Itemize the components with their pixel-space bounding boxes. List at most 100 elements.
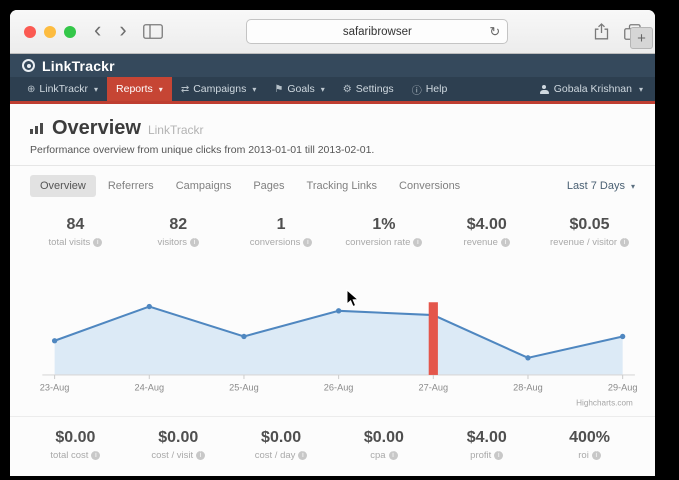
close-window-button[interactable] [24,26,36,38]
zoom-window-button[interactable] [64,26,76,38]
info-icon[interactable]: i [91,451,100,460]
stat-cost-per-visit: $0.00 cost / visiti [127,429,230,461]
line-chart[interactable]: 23-Aug24-Aug25-Aug26-Aug27-Aug28-Aug29-A… [26,260,639,416]
stat-label: revenue / visitor [550,237,617,248]
stat-value: $0.05 [538,216,641,234]
sidebar-toggle-button[interactable] [143,24,163,39]
tab-campaigns[interactable]: Campaigns [166,175,242,197]
minimize-window-button[interactable] [44,26,56,38]
stat-value: $0.00 [332,429,435,447]
tabs-bar: Overview Referrers Campaigns Pages Track… [10,166,655,206]
main-nav: ⊕ LinkTrackr ▾ Reports ▾ ⇄ Campaigns ▾ ⚑… [10,77,655,104]
browser-window: ‹ › safaribrowser ↻ [10,10,655,476]
stat-value: $0.00 [24,429,127,447]
info-icon[interactable]: i [494,451,503,460]
nav-item-goals[interactable]: ⚑ Goals ▾ [265,77,333,101]
stat-label: cost / visit [151,450,193,461]
svg-text:27-Aug: 27-Aug [418,382,448,392]
stat-roi: 400% roii [538,429,641,461]
info-icon[interactable]: i [190,238,199,247]
user-menu[interactable]: Gobala Krishnan ▾ [528,77,655,101]
tab-referrers[interactable]: Referrers [98,175,164,197]
stat-value: $0.00 [127,429,230,447]
stat-cpa: $0.00 cpai [332,429,435,461]
user-name: Gobala Krishnan [554,83,632,95]
stat-revenue-per-visitor: $0.05 revenue / visitori [538,216,641,248]
caret-down-icon: ▾ [631,182,635,191]
info-icon[interactable]: i [196,451,205,460]
nav-item-campaigns[interactable]: ⇄ Campaigns ▾ [172,77,266,101]
stat-value: 1 [230,216,333,234]
address-bar-area: safaribrowser ↻ [175,19,580,44]
stat-conversion-rate: 1% conversion ratei [332,216,435,248]
stat-label: cost / day [255,450,296,461]
info-icon[interactable]: i [389,451,398,460]
stat-label: conversion rate [345,237,410,248]
forward-button[interactable]: › [119,19,126,41]
stat-value: $4.00 [435,216,538,234]
user-icon [540,85,549,94]
sidebar-icon [143,24,163,39]
caret-down-icon: ▾ [94,85,98,94]
svg-text:26-Aug: 26-Aug [324,382,354,392]
info-icon[interactable]: i [93,238,102,247]
info-icon[interactable]: i [303,238,312,247]
caret-down-icon: ▾ [252,85,256,94]
nav-item-reports[interactable]: Reports ▾ [107,77,172,101]
svg-text:28-Aug: 28-Aug [513,382,543,392]
stat-profit: $4.00 profiti [435,429,538,461]
nav-item-label: Reports [116,83,153,95]
history-nav: ‹ › [94,22,127,41]
date-range-dropdown[interactable]: Last 7 Days ▾ [567,180,635,192]
svg-text:29-Aug: 29-Aug [608,382,638,392]
tab-conversions[interactable]: Conversions [389,175,470,197]
stats-row-bottom: $0.00 total costi $0.00 cost / visiti $0… [10,416,655,467]
stat-label: total cost [50,450,88,461]
shuffle-icon: ⇄ [181,84,189,95]
caret-down-icon: ▾ [159,85,163,94]
page-title-suffix: LinkTrackr [148,123,204,137]
new-tab-button[interactable]: + [630,27,653,49]
tab-pages[interactable]: Pages [243,175,294,197]
stat-label: total visits [49,237,91,248]
nav-item-label: Settings [356,83,394,95]
tab-tracking-links[interactable]: Tracking Links [297,175,388,197]
mouse-cursor [346,289,359,308]
nav-item-label: LinkTrackr [39,83,88,95]
stat-value: 84 [24,216,127,234]
stat-value: 400% [538,429,641,447]
nav-item-settings[interactable]: ⚙ Settings [334,77,403,101]
nav-item-linktrackr[interactable]: ⊕ LinkTrackr ▾ [18,77,107,101]
caret-down-icon: ▾ [321,85,325,94]
stat-label: visitors [157,237,187,248]
flag-icon: ⚑ [274,84,283,95]
stat-value: 82 [127,216,230,234]
browser-toolbar: ‹ › safaribrowser ↻ [10,10,655,54]
stat-label: roi [578,450,589,461]
info-icon[interactable]: i [501,238,510,247]
info-icon[interactable]: i [592,451,601,460]
stat-cost-per-day: $0.00 cost / dayi [230,429,333,461]
info-icon[interactable]: i [620,238,629,247]
share-icon[interactable] [594,23,609,40]
app-logo[interactable]: LinkTrackr [42,58,115,74]
page-content: Overview LinkTrackr Performance overview… [10,104,655,476]
date-range-label: Last 7 Days [567,180,625,192]
back-button[interactable]: ‹ [94,19,101,41]
stat-label: conversions [250,237,301,248]
stat-revenue: $4.00 revenuei [435,216,538,248]
stat-value: $4.00 [435,429,538,447]
url-text: safaribrowser [343,26,412,38]
stat-value: $0.00 [230,429,333,447]
svg-text:24-Aug: 24-Aug [134,382,164,392]
info-icon[interactable]: i [298,451,307,460]
visits-chart[interactable]: 23-Aug24-Aug25-Aug26-Aug27-Aug28-Aug29-A… [10,254,655,416]
svg-text:Highcharts.com: Highcharts.com [576,399,633,408]
tab-overview[interactable]: Overview [30,175,96,197]
page-subtitle: Performance overview from unique clicks … [30,144,635,156]
refresh-icon[interactable]: ↻ [489,24,500,40]
info-icon[interactable]: i [413,238,422,247]
address-bar[interactable]: safaribrowser ↻ [246,19,508,44]
nav-item-help[interactable]: ⓘ Help [403,77,457,101]
svg-text:23-Aug: 23-Aug [40,382,70,392]
